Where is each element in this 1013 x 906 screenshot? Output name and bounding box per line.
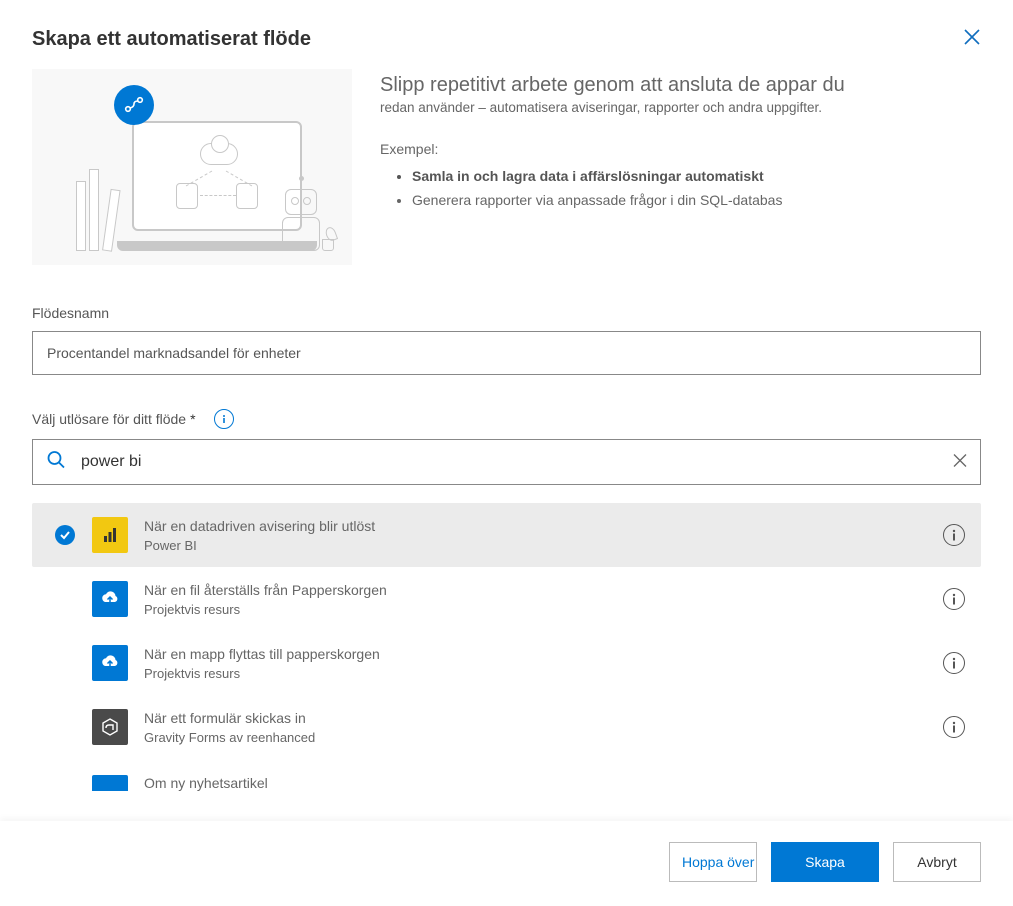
dialog-footer: Hoppa över Skapa Avbryt	[0, 821, 1013, 906]
trigger-row-project-movetrash[interactable]: När en mapp flyttas till papperskorgen P…	[32, 631, 981, 695]
inoreader-icon	[92, 775, 128, 791]
trigger-title: När en mapp flyttas till papperskorgen	[144, 645, 927, 663]
trigger-search-input[interactable]	[32, 439, 981, 485]
dialog-title: Skapa ett automatiserat flöde	[32, 28, 311, 51]
create-button[interactable]: Skapa	[771, 842, 879, 882]
clear-icon	[953, 454, 967, 468]
trigger-row-powerbi-alert[interactable]: När en datadriven avisering blir utlöst …	[32, 503, 981, 567]
info-icon	[949, 721, 959, 733]
hero-text: Slipp repetitivt arbete genom att anslut…	[380, 69, 981, 265]
info-icon	[949, 593, 959, 605]
required-asterisk: *	[190, 411, 195, 427]
cancel-button[interactable]: Avbryt	[893, 842, 981, 882]
info-icon	[949, 657, 959, 669]
trigger-info-button[interactable]	[943, 524, 965, 546]
robot-decoration	[280, 176, 322, 251]
plant-decoration	[322, 225, 334, 251]
trigger-connector: Projektvis resurs	[144, 602, 927, 617]
trigger-info-button[interactable]	[943, 716, 965, 738]
close-icon	[963, 28, 981, 46]
trigger-connector: Projektvis resurs	[144, 666, 927, 681]
powerbi-icon	[92, 517, 128, 553]
trigger-title: När ett formulär skickas in	[144, 709, 927, 727]
trigger-label-text: Välj utlösare för ditt flöde	[32, 411, 186, 427]
trigger-connector: Gravity Forms av reenhanced	[144, 730, 927, 745]
clear-search-button[interactable]	[953, 454, 967, 471]
create-flow-dialog: Skapa ett automatiserat flöde	[0, 0, 1013, 906]
cloud-upload-icon	[92, 645, 128, 681]
hero-section: Slipp repetitivt arbete genom att anslut…	[32, 69, 981, 265]
trigger-section-label: Välj utlösare för ditt flöde *	[32, 409, 981, 429]
trigger-title: När en datadriven avisering blir utlöst	[144, 517, 927, 535]
trigger-row-gravity-form[interactable]: När ett formulär skickas in Gravity Form…	[32, 695, 981, 759]
hero-example-item: Generera rapporter via anpassade frågor …	[412, 189, 981, 213]
hero-example-item: Samla in och lagra data i affärslösninga…	[412, 165, 981, 189]
trigger-connector: Power BI	[144, 538, 927, 553]
info-icon[interactable]	[214, 409, 234, 429]
hero-examples-label: Exempel:	[380, 141, 981, 157]
cloud-upload-icon	[92, 581, 128, 617]
trigger-list: När en datadriven avisering blir utlöst …	[32, 503, 981, 793]
dialog-body-scroll[interactable]: Skapa ett automatiserat flöde	[0, 0, 1013, 821]
trigger-info-button[interactable]	[943, 588, 965, 610]
dialog-header: Skapa ett automatiserat flöde	[32, 0, 981, 69]
books-decoration	[76, 169, 112, 251]
flow-name-group: Flödesnamn	[32, 305, 981, 375]
hero-illustration	[32, 69, 352, 265]
search-icon	[46, 450, 66, 475]
flow-name-input[interactable]	[32, 331, 981, 375]
trigger-title: När en fil återställs från Papperskorgen	[144, 581, 927, 599]
selected-check-icon	[55, 525, 75, 545]
flow-name-label: Flödesnamn	[32, 305, 981, 321]
skip-button[interactable]: Hoppa över	[669, 842, 757, 882]
trigger-section: Välj utlösare för ditt flöde *	[32, 409, 981, 793]
info-icon	[949, 529, 959, 541]
trigger-title: Om ny nyhetsartikel	[144, 774, 965, 792]
trigger-row-project-restore[interactable]: När en fil återställs från Papperskorgen…	[32, 567, 981, 631]
gravity-forms-icon	[92, 709, 128, 745]
hero-heading: Slipp repetitivt arbete genom att anslut…	[380, 73, 981, 98]
laptop-illustration	[132, 121, 302, 251]
trigger-info-button[interactable]	[943, 652, 965, 674]
hero-subheading: redan använder – automatisera aviseringa…	[380, 100, 981, 115]
hero-examples-list: Samla in och lagra data i affärslösninga…	[380, 165, 981, 213]
flow-badge-icon	[114, 85, 154, 125]
trigger-row-news-article[interactable]: Om ny nyhetsartikel	[32, 759, 981, 793]
trigger-search-wrap	[32, 439, 981, 485]
close-button[interactable]	[963, 28, 981, 51]
